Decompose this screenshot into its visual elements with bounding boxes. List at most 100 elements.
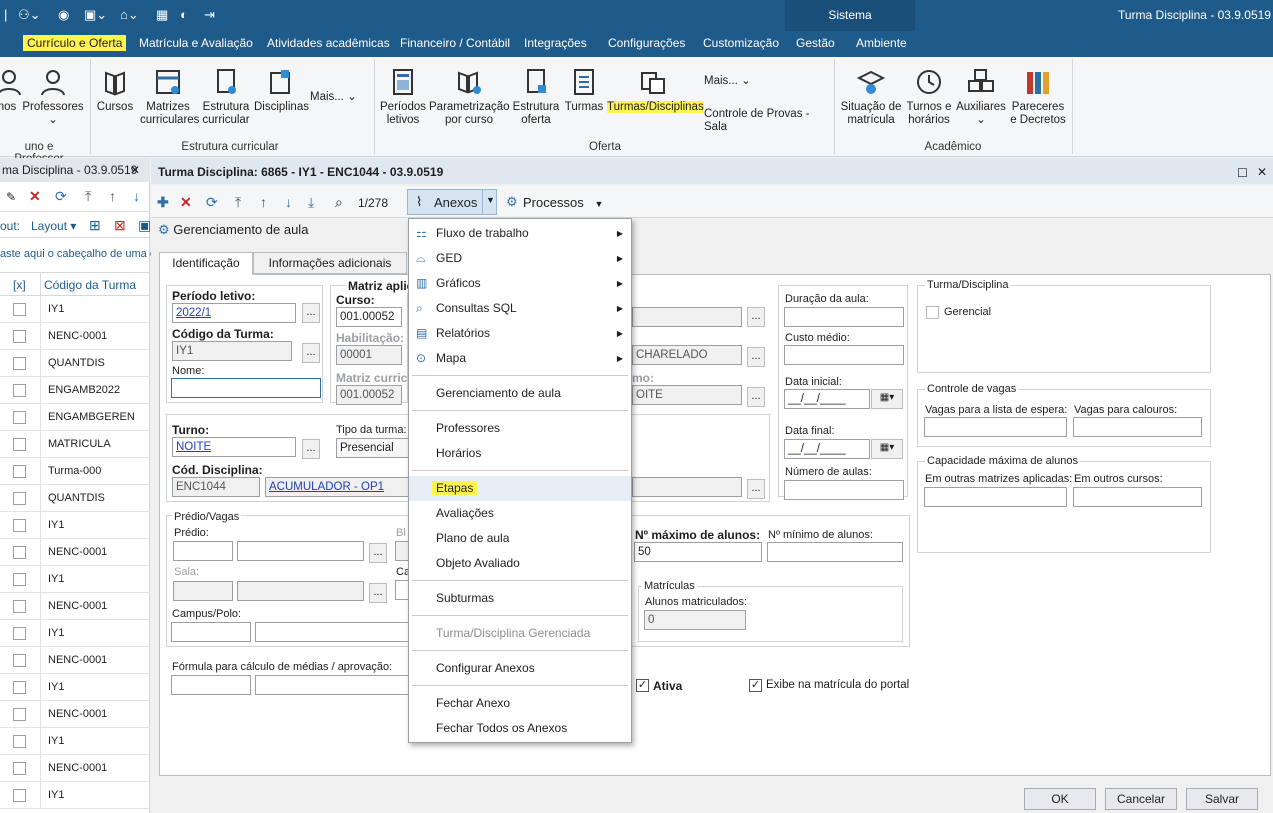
formula-name-field[interactable] [255, 675, 411, 695]
table-row[interactable]: IY1 [0, 620, 150, 647]
outros-cursos-field[interactable] [1073, 487, 1202, 507]
tab-atividades-academicas[interactable]: Atividades acadêmicas [267, 36, 390, 50]
row-checkbox[interactable] [13, 411, 26, 424]
remove-layout-icon[interactable]: ⊠ [114, 217, 126, 234]
ribbon-btn-mais-estrutura[interactable]: Mais... ⌄ [310, 91, 372, 104]
row-checkbox[interactable] [13, 492, 26, 505]
menu-item-configurar-anexos[interactable]: Configurar Anexos [409, 656, 631, 681]
row-checkbox[interactable] [13, 438, 26, 451]
predio-code-field[interactable] [173, 541, 233, 561]
max-alunos-field[interactable]: 50 [634, 542, 762, 562]
ribbon-btn-estrutura-oferta[interactable]: Estrutura oferta [511, 67, 561, 127]
salvar-button[interactable]: Salvar [1186, 788, 1258, 810]
row-checkbox[interactable] [13, 546, 26, 559]
row-checkbox[interactable] [13, 600, 26, 613]
campus-name-field[interactable] [255, 622, 411, 642]
table-row[interactable]: NENC-0001 [0, 755, 150, 782]
ribbon-btn-pareceres[interactable]: Pareceres e Decretos [1009, 67, 1067, 127]
row-checkbox[interactable] [13, 384, 26, 397]
table-row[interactable]: QUANTDIS [0, 350, 150, 377]
ribbon-btn-turmas[interactable]: Turmas [563, 67, 605, 114]
menu-item-fechar-todos[interactable]: Fechar Todos os Anexos [409, 716, 631, 741]
delete-icon[interactable]: ✕ [180, 193, 192, 211]
codturma-field[interactable]: IY1 [172, 341, 292, 361]
row-checkbox[interactable] [13, 654, 26, 667]
calculator-icon[interactable]: ▦ [156, 6, 168, 24]
data-final-calendar-button[interactable]: ▦▾ [871, 439, 903, 459]
ribbon-btn-parametrizacao[interactable]: Parametrização por curso [429, 67, 510, 127]
row-checkbox[interactable] [13, 519, 26, 532]
edit-icon[interactable]: ✎ [6, 190, 16, 204]
menu-item-plano-aula[interactable]: Plano de aula [409, 526, 631, 551]
row-checkbox[interactable] [13, 357, 26, 370]
turno-lookup-button[interactable]: ... [302, 439, 320, 459]
row-checkbox[interactable] [13, 303, 26, 316]
min-alunos-field[interactable] [767, 542, 903, 562]
menu-item-mapa[interactable]: ⊙ Mapa ▶ [409, 346, 631, 371]
table-row[interactable]: IY1 [0, 728, 150, 755]
duracao-field[interactable] [784, 307, 904, 327]
ativa-checkbox[interactable]: ✓ [636, 679, 649, 692]
table-row[interactable]: NENC-0001 [0, 593, 150, 620]
exit-icon[interactable]: ⇥ [204, 6, 215, 24]
search-icon[interactable]: ⌕ [335, 193, 343, 211]
gerencial-checkbox[interactable] [926, 306, 939, 319]
last-record-icon[interactable]: ⤓ [308, 193, 314, 211]
periodo-lookup-button[interactable]: ... [302, 303, 320, 323]
tab-identificacao[interactable]: Identificação [159, 252, 253, 275]
coddisc-field[interactable]: ENC1044 [172, 477, 260, 497]
tab-integracoes[interactable]: Integrações [524, 36, 587, 50]
ribbon-btn-matrizes[interactable]: Matrizes curriculares [140, 67, 199, 127]
outras-matrizes-field[interactable] [924, 487, 1067, 507]
row-checkbox[interactable] [13, 627, 26, 640]
tipo-turma-select[interactable]: Presencial [336, 438, 410, 458]
numero-aulas-field[interactable] [784, 480, 904, 500]
column-header-code[interactable]: Código da Turma [44, 278, 136, 292]
anexos-button[interactable]: ⌇ Anexos ▼ [407, 189, 497, 215]
menu-item-relatorios[interactable]: ▤ Relatórios ▶ [409, 321, 631, 346]
gerenciamento-aula-link[interactable]: ⚙ Gerenciamento de aula [158, 222, 308, 238]
ribbon-btn-turnos[interactable]: Turnos e horários [905, 67, 953, 127]
add-layout-icon[interactable]: ⊞ [89, 217, 101, 234]
nome-field[interactable] [171, 378, 321, 398]
curso-field[interactable]: 001.00052 [336, 307, 402, 327]
exibe-portal-checkbox[interactable]: ✓ [749, 679, 762, 692]
row-checkbox[interactable] [13, 330, 26, 343]
ribbon-btn-professores[interactable]: Professores ⌄ [22, 67, 84, 127]
formula-code-field[interactable] [171, 675, 251, 695]
ribbon-btn-cursos[interactable]: Cursos [95, 67, 135, 114]
data-final-field[interactable]: __/__/____ [784, 439, 870, 459]
periodo-field[interactable]: 2022/1 [172, 303, 296, 323]
row-checkbox[interactable] [13, 573, 26, 586]
ok-button[interactable]: OK [1024, 788, 1096, 810]
ribbon-btn-periodos[interactable]: Períodos letivos [380, 67, 426, 127]
habilitacao-lookup-button[interactable]: ... [747, 347, 765, 367]
curso-lookup-button[interactable]: ... [747, 307, 765, 327]
tab-financeiro[interactable]: Financeiro / Contábil [400, 36, 510, 50]
close-icon[interactable]: ✕ [130, 158, 140, 182]
save-layout-icon[interactable]: ▣ [138, 217, 151, 234]
globe-icon[interactable]: ◐ [180, 6, 188, 24]
menu-item-graficos[interactable]: ▥ Gráficos ▶ [409, 271, 631, 296]
vagas-espera-field[interactable] [924, 417, 1067, 437]
column-header-check[interactable]: [x] [13, 278, 26, 292]
table-row[interactable]: QUANTDIS [0, 485, 150, 512]
ribbon-btn-turmas-disciplinas[interactable]: Turmas/Disciplinas [607, 67, 704, 114]
row-checkbox[interactable] [13, 762, 26, 775]
up-icon[interactable]: ↑ [109, 188, 116, 204]
row-checkbox[interactable] [13, 789, 26, 802]
campus-code-field[interactable] [171, 622, 251, 642]
processos-button[interactable]: Processos ▼ [523, 194, 603, 213]
predio-name-field[interactable] [237, 541, 364, 561]
ribbon-btn-controle-provas[interactable]: Controle de Provas - Sala [704, 108, 832, 134]
disciplina-lookup-button[interactable]: ... [747, 479, 765, 499]
layout-dropdown[interactable]: Layout ▾ [31, 219, 76, 233]
first-icon[interactable]: ⤒ [85, 188, 91, 205]
table-row[interactable]: IY1 [0, 512, 150, 539]
row-checkbox[interactable] [13, 708, 26, 721]
menu-item-fluxo[interactable]: ⚏ Fluxo de trabalho ▶ [409, 221, 631, 246]
maximize-icon[interactable]: ☐ [1237, 159, 1248, 187]
table-row[interactable]: IY1 [0, 674, 150, 701]
tab-gestao[interactable]: Gestão [796, 36, 835, 50]
tab-curriculo-oferta[interactable]: Currículo e Oferta [23, 35, 127, 51]
